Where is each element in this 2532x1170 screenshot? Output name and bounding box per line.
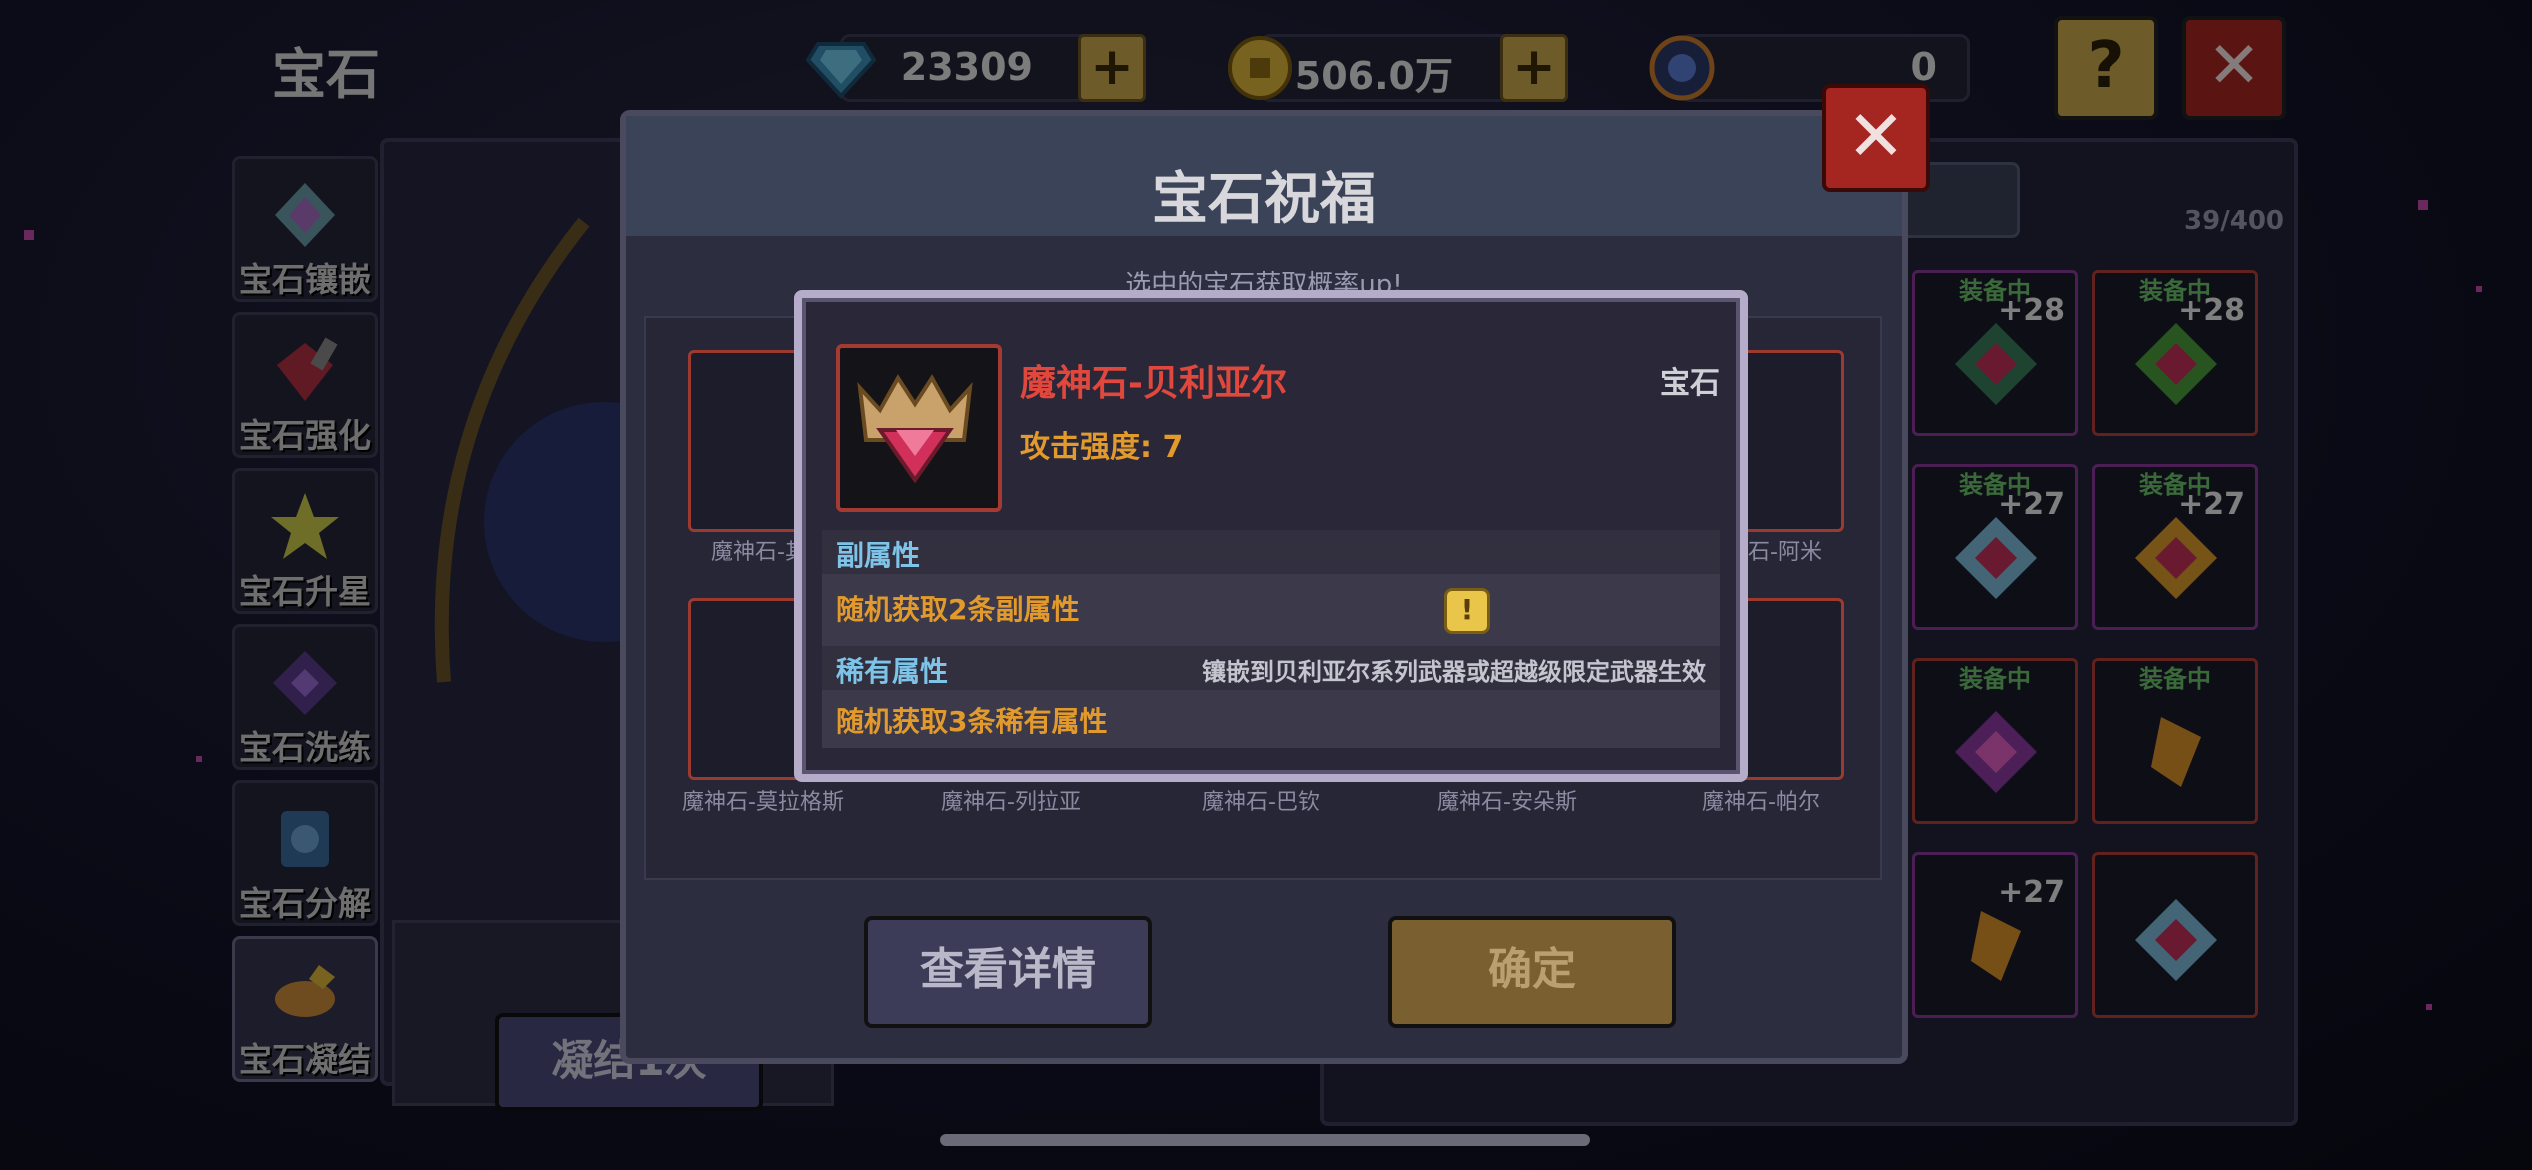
rare-attr-note: 镶嵌到贝利亚尔系列武器或超越级限定武器生效 — [1202, 658, 1706, 686]
sub-attr-header: 副属性 — [836, 539, 921, 572]
gem-attack-stat: 攻击强度: 7 — [1020, 430, 1184, 465]
rare-attr-header: 稀有属性 — [836, 655, 949, 688]
gem-type: 宝石 — [1660, 366, 1720, 401]
confirm-button[interactable]: 确定 — [1388, 916, 1676, 1028]
rare-attr-text: 随机获取3条稀有属性 — [836, 705, 1108, 738]
tooltip-gem-frame — [836, 344, 1002, 512]
sub-attr-text: 随机获取2条副属性 — [836, 593, 1080, 626]
gem-option-name: 魔神石-莫拉格斯 — [682, 790, 844, 815]
rare-attr-header-row: 稀有属性 镶嵌到贝利亚尔系列武器或超越级限定武器生效 — [822, 646, 1720, 690]
sub-attr-row: 随机获取2条副属性 ! — [822, 574, 1720, 646]
gem-option-name: 魔神石-帕尔 — [1702, 790, 1820, 815]
gem-option-name: 魔神石-安朵斯 — [1437, 790, 1577, 815]
view-details-button[interactable]: 查看详情 — [864, 916, 1152, 1028]
dialog-close-button[interactable]: ✕ — [1822, 84, 1930, 192]
warning-icon[interactable]: ! — [1444, 588, 1490, 634]
gem-option-name: 魔神石-列拉亚 — [941, 790, 1081, 815]
gem-name: 魔神石-贝利亚尔 — [1020, 363, 1287, 404]
dialog-title: 宝石祝福 — [1152, 167, 1376, 232]
gem-option-name: 魔神石-巴钦 — [1202, 790, 1320, 815]
sub-attr-header-row: 副属性 — [822, 530, 1720, 574]
gem-tooltip: 魔神石-贝利亚尔 宝石 攻击强度: 7 副属性 随机获取2条副属性 ! 稀有属性… — [794, 290, 1748, 782]
rare-attr-row: 随机获取3条稀有属性 — [822, 690, 1720, 748]
demon-gem-crown-icon — [857, 374, 973, 484]
home-indicator — [940, 1134, 1590, 1146]
